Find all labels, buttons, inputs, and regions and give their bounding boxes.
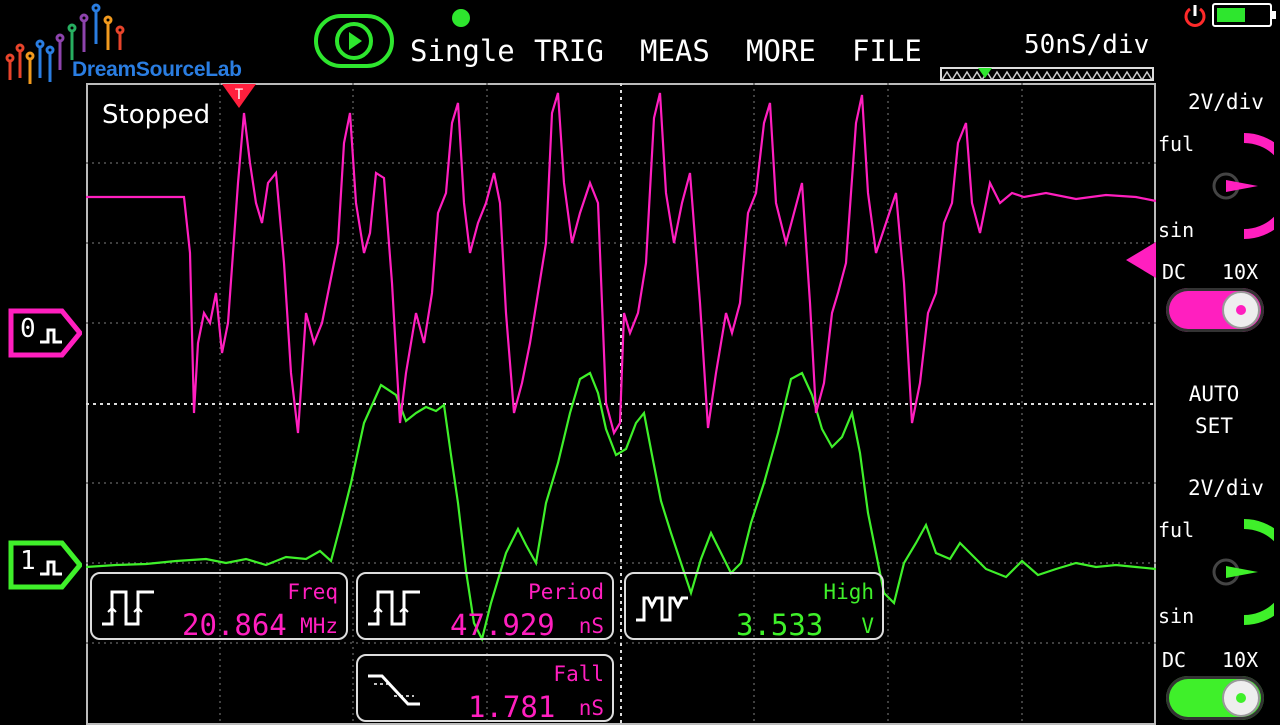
auto-set-button[interactable]: AUTO SET [1186,378,1242,442]
channel-0-coupling: DC [1162,260,1187,284]
timebase-readout[interactable]: 50nS/div [1024,30,1149,60]
trigger-status-dot [452,9,470,27]
measurement-fall-unit: nS [578,696,604,720]
trig-menu[interactable]: TRIG [534,34,604,68]
measurement-fall-value: 1.781 [468,690,556,724]
acquisition-status: Stopped [102,100,211,130]
measurement-high-unit: V [861,614,874,638]
channel-1-enable-toggle[interactable] [1166,676,1264,720]
pulse-icon [102,590,154,626]
channel-1-vdiv[interactable]: 2V/div [1188,476,1264,500]
channel-0-marker[interactable]: 0 [8,308,84,358]
svg-text:T: T [235,87,244,103]
channel-0-label: 0 [20,314,36,344]
toggle-knob [1222,679,1260,717]
toggle-knob [1222,291,1260,329]
play-icon [335,22,373,60]
zigzag-pattern [942,70,1152,79]
trigger-level-marker[interactable] [1126,242,1156,278]
measurement-freq[interactable]: Freq 20.864 MHz [90,572,348,642]
run-stop-button[interactable] [314,14,394,68]
measurement-period[interactable]: Period 47.929 nS [356,572,614,642]
measurement-freq-value: 20.864 [182,608,287,642]
measurement-freq-unit: MHz [300,614,338,638]
channel-0-vdiv-knob[interactable] [1204,132,1274,242]
auto-set-line2: SET [1195,414,1233,438]
measurement-fall[interactable]: Fall 1.781 nS [356,654,614,724]
falling-edge-icon [368,674,420,706]
channel-1-top-label: ful [1158,518,1195,542]
measurement-high[interactable]: High 3.533 V [624,572,884,642]
channel-0-top-label: ful [1158,132,1195,156]
pulse-icon [368,590,420,626]
measurement-freq-name: Freq [287,580,338,604]
trigger-time-marker[interactable]: T [222,84,256,110]
measurement-fall-name: Fall [553,662,604,686]
meas-menu[interactable]: MEAS [640,34,710,68]
file-menu[interactable]: FILE [852,34,922,68]
battery-icon [1212,3,1276,27]
measurement-high-value: 3.533 [736,608,824,642]
channel-0-enable-toggle[interactable] [1166,288,1264,332]
battery-level [1217,8,1245,22]
channel-0-probe: 10X [1222,260,1259,284]
channel-1-marker[interactable]: 1 [8,540,84,590]
auto-set-line1: AUTO [1188,382,1240,406]
waveform-icon [636,596,688,622]
measurement-period-name: Period [528,580,604,604]
channel-0-vdiv[interactable]: 2V/div [1188,90,1264,114]
trigger-position-strip[interactable] [940,67,1154,81]
more-menu[interactable]: MORE [746,34,816,68]
power-icon[interactable] [1182,3,1208,29]
channel-0-bottom-label: sin [1158,218,1195,242]
single-button[interactable]: Single [410,34,515,68]
measurement-high-name: High [823,580,874,604]
measurement-period-value: 47.929 [450,608,555,642]
channel-1-coupling: DC [1162,648,1187,672]
channel-1-label: 1 [20,546,36,576]
brand-name: DreamSourceLab [72,58,242,81]
measurement-period-unit: nS [578,614,604,638]
channel-1-probe: 10X [1222,648,1259,672]
dreamsourcelab-logo: DreamSourceLab [0,0,300,84]
channel-1-vdiv-knob[interactable] [1204,518,1274,628]
channel-1-bottom-label: sin [1158,604,1195,628]
trigger-position-marker[interactable] [978,68,992,80]
